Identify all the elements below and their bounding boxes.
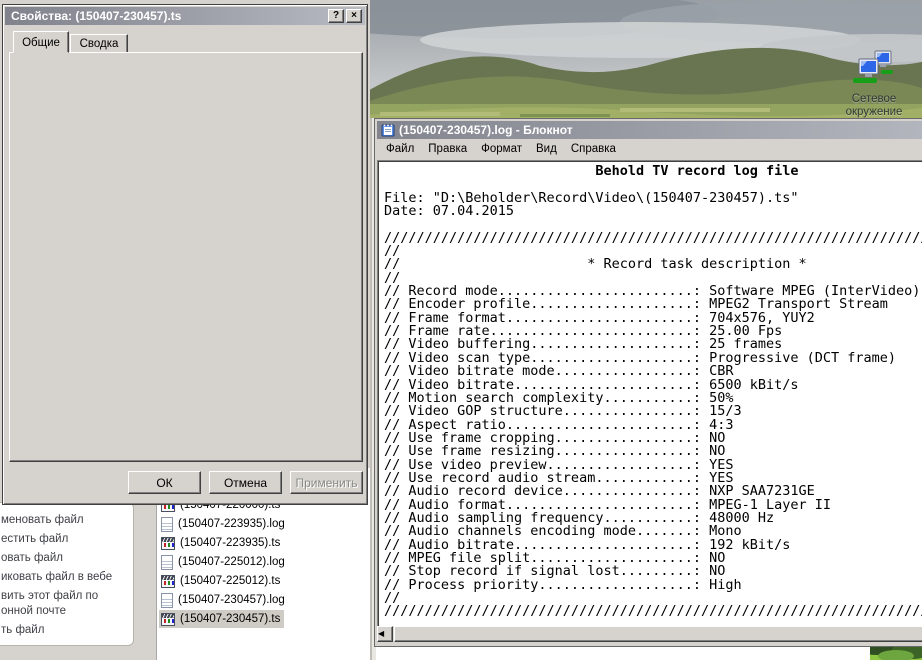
file-task-link[interactable]: меновать файл bbox=[1, 513, 84, 528]
file-row[interactable]: (150407-225012).log bbox=[159, 553, 289, 571]
log-file-icon bbox=[161, 593, 173, 608]
file-task-link[interactable]: овать файл bbox=[1, 551, 63, 566]
task-link-line: иковать файл в вебе bbox=[1, 570, 112, 585]
file-task-link[interactable]: ть файл bbox=[1, 623, 44, 638]
menu-help[interactable]: Справка bbox=[564, 141, 623, 157]
scroll-left-arrow-icon[interactable]: ◀ bbox=[377, 626, 393, 642]
notepad-menubar: Файл Правка Формат Вид Справка bbox=[377, 139, 922, 158]
file-row[interactable]: (150407-223935).log bbox=[159, 515, 289, 533]
dialog-title: Свойства: (150407-230457).ts bbox=[11, 9, 326, 23]
tab-general[interactable]: Общие bbox=[13, 31, 69, 53]
menu-format[interactable]: Формат bbox=[474, 141, 529, 157]
network-icon-label-line1: Сетевое bbox=[836, 93, 912, 106]
notepad-titlebar[interactable]: (150407-230457).log - Блокнот bbox=[377, 121, 922, 139]
file-tasks-pane: меновать файл естить файл овать файл иковат… bbox=[0, 502, 134, 646]
notepad-window: (150407-230457).log - Блокнот Файл Правк… bbox=[374, 118, 922, 647]
properties-dialog: Свойства: (150407-230457).ts ? × Общие С… bbox=[2, 4, 368, 505]
file-task-link[interactable]: естить файл bbox=[1, 532, 68, 547]
menu-edit[interactable]: Правка bbox=[421, 141, 474, 157]
network-places-icon bbox=[851, 50, 897, 88]
log-file-icon bbox=[161, 517, 173, 532]
task-link-line: ть файл bbox=[1, 623, 44, 638]
notepad-horizontal-scrollbar[interactable]: ◀ bbox=[377, 626, 922, 642]
file-name: (150407-225012).log bbox=[178, 556, 285, 568]
menu-view[interactable]: Вид bbox=[529, 141, 564, 157]
file-name: (150407-230457).ts bbox=[180, 613, 280, 625]
ts-file-icon bbox=[161, 613, 175, 626]
menu-file[interactable]: Файл bbox=[379, 141, 421, 157]
file-name: (150407-225012).ts bbox=[180, 575, 280, 587]
log-text: Behold TV record log file File: "D:\Beho… bbox=[378, 161, 922, 619]
file-row[interactable]: (150407-225012).ts bbox=[159, 572, 284, 590]
network-places-desktop-icon[interactable]: Сетевое окружение bbox=[836, 50, 912, 119]
apply-button[interactable]: Применить bbox=[290, 471, 363, 494]
file-row[interactable]: (150407-230457).log bbox=[159, 591, 289, 609]
task-link-line: овать файл bbox=[1, 551, 63, 566]
file-name: (150407-230457).log bbox=[178, 594, 285, 606]
task-link-line: естить файл bbox=[1, 532, 68, 547]
close-button[interactable]: × bbox=[346, 9, 362, 23]
notepad-icon bbox=[381, 123, 395, 137]
cancel-button[interactable]: Отмена bbox=[209, 471, 282, 494]
file-task-link[interactable]: иковать файл в вебе bbox=[1, 570, 112, 585]
notepad-text-area[interactable]: Behold TV record log file File: "D:\Beho… bbox=[377, 160, 922, 626]
file-row[interactable]: (150407-230457).ts bbox=[159, 610, 284, 628]
ok-button[interactable]: ОК bbox=[128, 471, 201, 494]
log-file-icon bbox=[161, 555, 173, 570]
ts-file-icon bbox=[161, 537, 175, 550]
file-name: (150407-223935).log bbox=[178, 518, 285, 530]
file-row[interactable]: (150407-223935).ts bbox=[159, 534, 284, 552]
help-button[interactable]: ? bbox=[328, 9, 344, 23]
scrollbar-thumb[interactable] bbox=[394, 626, 922, 642]
notepad-title: (150407-230457).log - Блокнот bbox=[399, 123, 573, 137]
task-link-line: меновать файл bbox=[1, 513, 84, 528]
tab-panel bbox=[9, 52, 363, 462]
task-link-line: вить этот файл по bbox=[1, 589, 98, 604]
ts-file-icon bbox=[161, 575, 175, 588]
file-task-link[interactable]: вить этот файл поонной почте bbox=[1, 589, 98, 619]
dialog-titlebar[interactable]: Свойства: (150407-230457).ts ? × bbox=[5, 7, 365, 25]
tab-summary[interactable]: Сводка bbox=[70, 34, 128, 53]
file-name: (150407-223935).ts bbox=[180, 537, 280, 549]
task-link-line: онной почте bbox=[1, 604, 98, 619]
